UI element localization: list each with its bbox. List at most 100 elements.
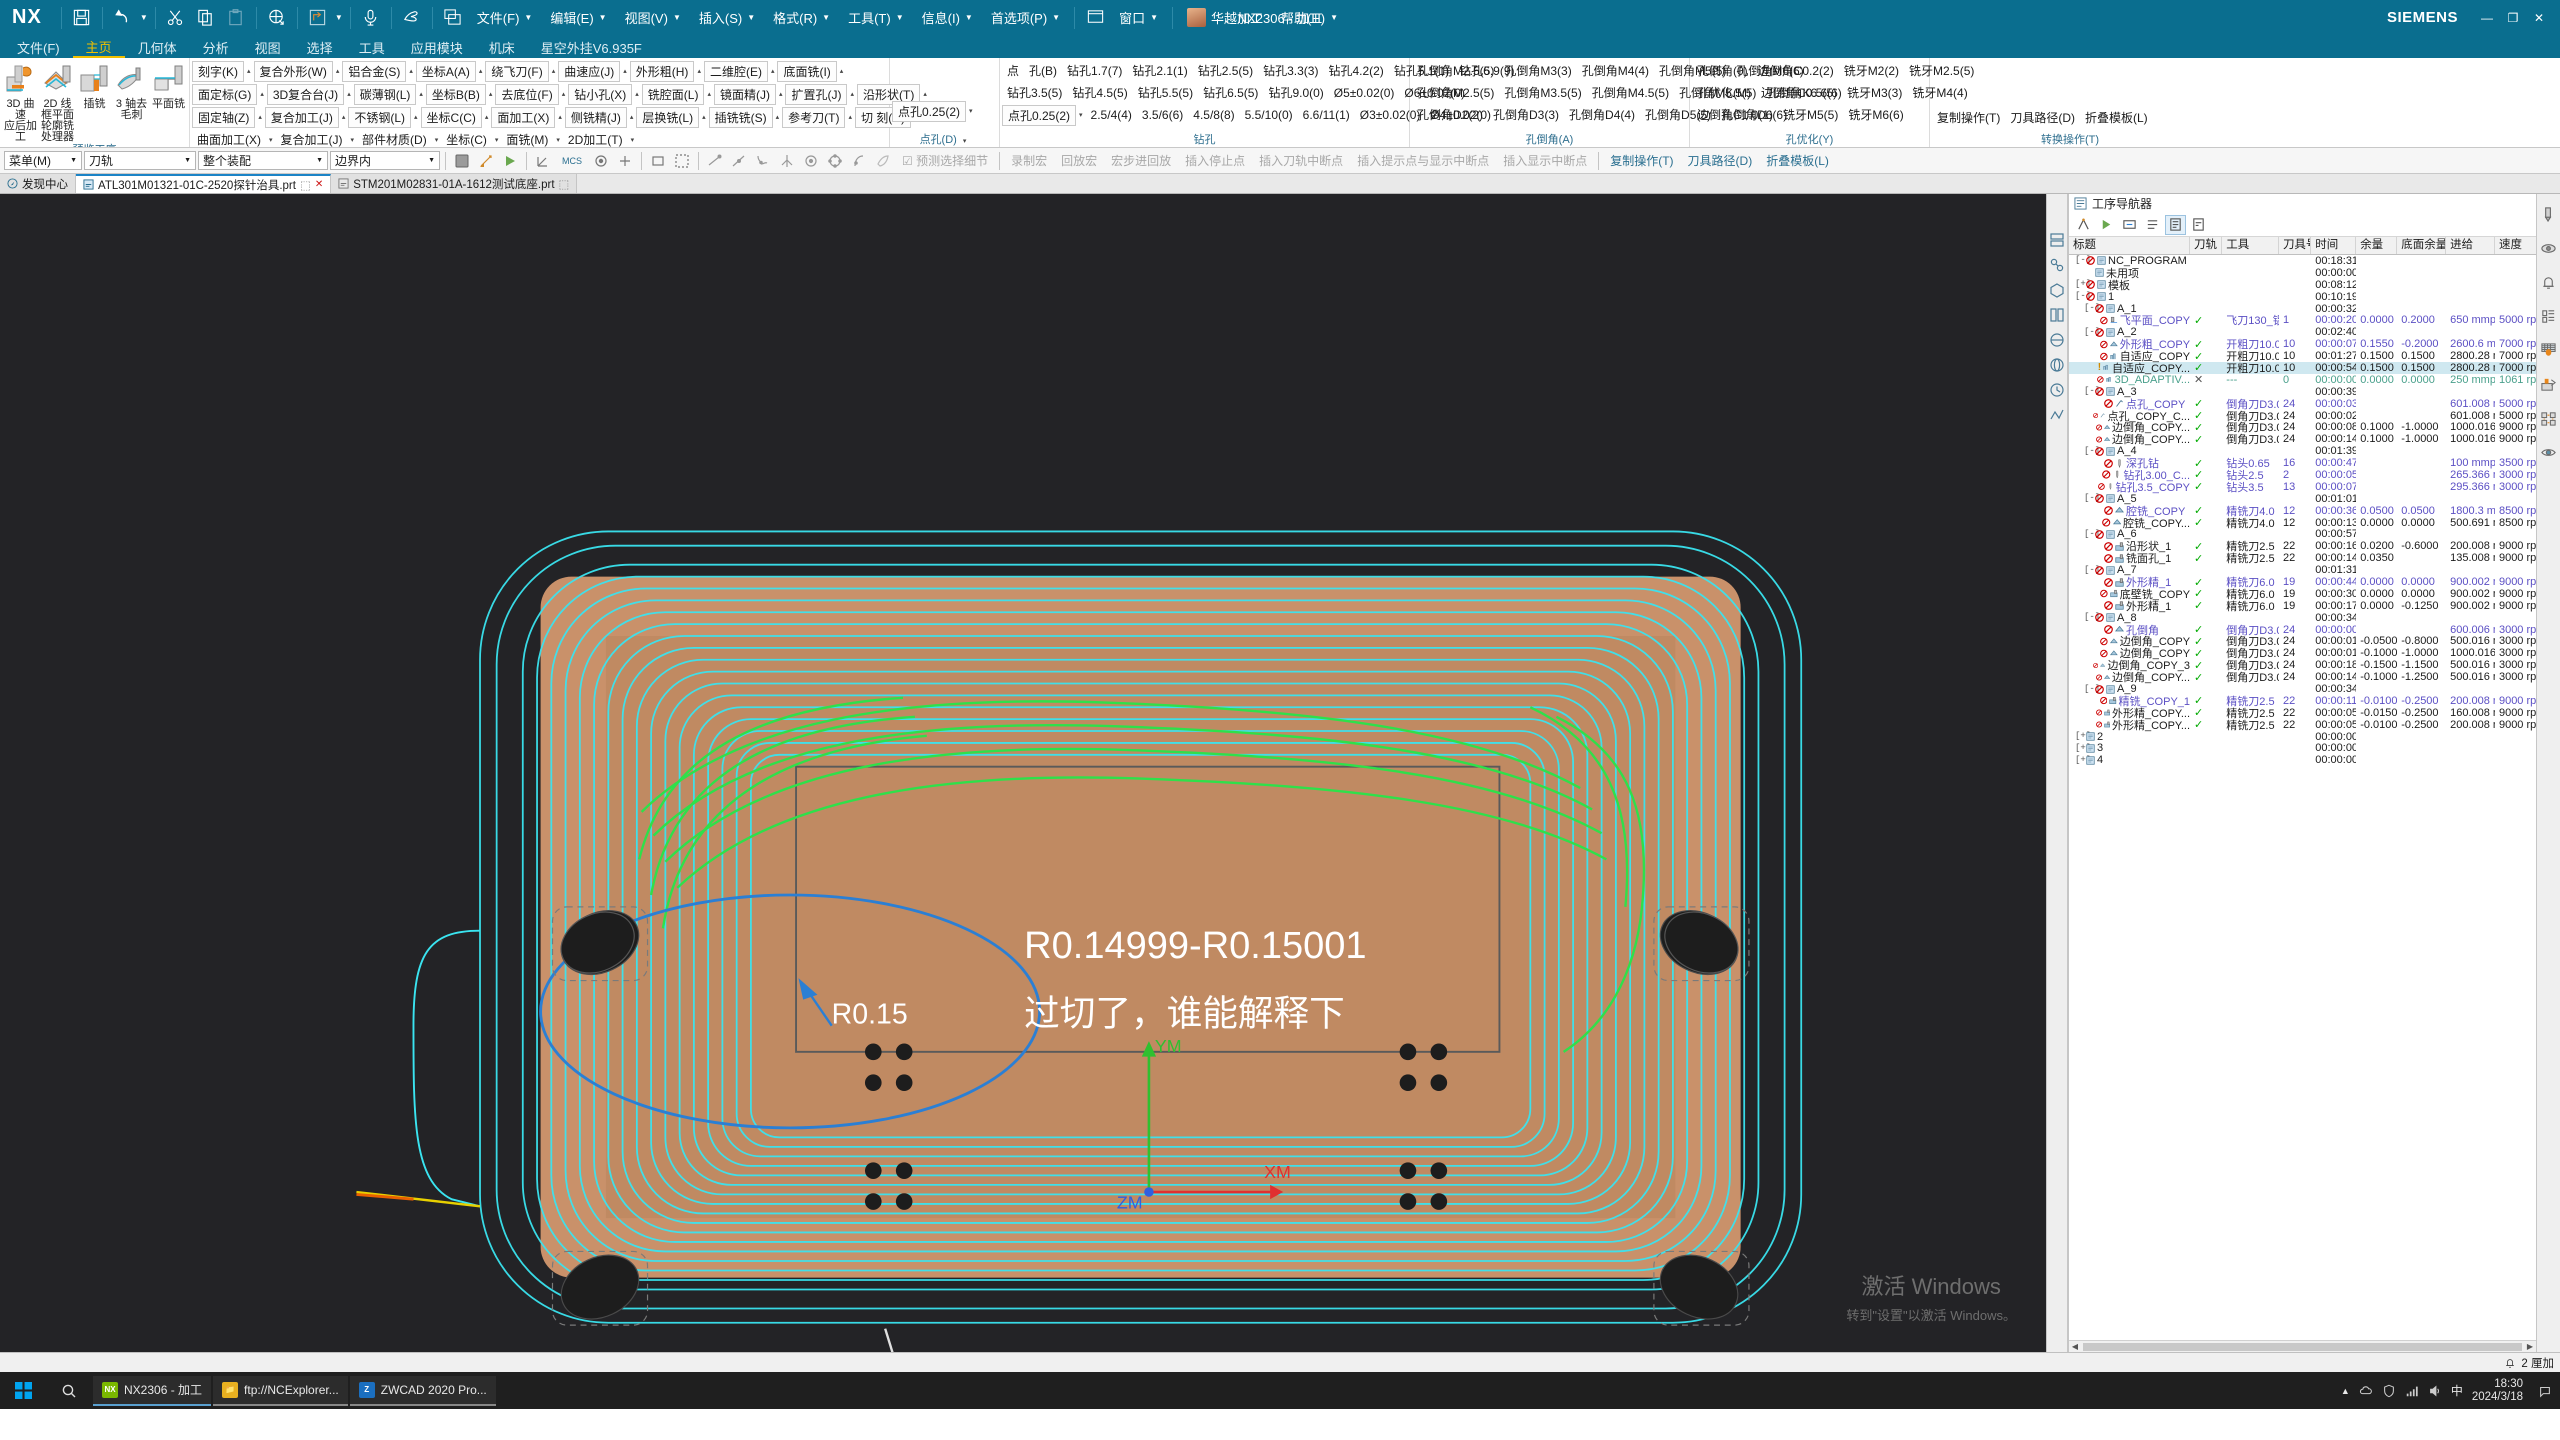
face-icon[interactable]	[872, 150, 894, 171]
collapse-icon[interactable]: [-]	[2075, 292, 2091, 301]
chamfer-m25[interactable]: 孔倒角M2.5(5)	[1412, 61, 1499, 82]
chevron-up-icon[interactable]: ▴	[555, 113, 565, 121]
chevron-up-icon[interactable]: ▴	[333, 67, 343, 75]
volume-icon[interactable]	[2428, 1384, 2442, 1398]
chevron-up-icon[interactable]: ▴	[699, 113, 709, 121]
tab-home[interactable]: 主页	[72, 37, 125, 58]
row-name-cell[interactable]: [+] 3	[2069, 742, 2190, 754]
tab-select[interactable]: 选择	[294, 37, 346, 58]
boundary-select[interactable]: 边界内 ▼	[330, 151, 440, 170]
verify-icon[interactable]	[475, 150, 497, 171]
chevron-up-icon[interactable]: ▴	[411, 113, 421, 121]
drill-35[interactable]: 钻孔3.5(5)	[1002, 83, 1067, 104]
chamfer-m35[interactable]: 孔倒角M3.5(5)	[1499, 83, 1586, 104]
tab-tools[interactable]: 工具	[346, 37, 398, 58]
graphics-window[interactable]: R0.15 R0.14999-R0.15001 过切了，谁能解释下 XM YM …	[0, 194, 2046, 1352]
op-carbon-steel[interactable]: 碳薄钢(L)	[353, 83, 417, 105]
constraint-navigator-icon[interactable]	[2048, 255, 2067, 274]
expand-icon[interactable]: [+]	[2075, 732, 2091, 741]
curve-icon[interactable]	[704, 150, 726, 171]
table-row[interactable]: 钻孔3.5_COPY✓钻头3.51300:00:07295.366 mm...3…	[2069, 481, 2536, 494]
op-compound-group[interactable]: 复合加工(J)	[276, 130, 348, 148]
chevron-up-icon[interactable]: ▴	[406, 67, 416, 75]
spline-icon[interactable]	[752, 150, 774, 171]
chevron-down-icon[interactable]: ▾	[492, 136, 502, 144]
chamfer-d4[interactable]: 孔倒角D4(4)	[1564, 105, 1640, 126]
op-3d-compound[interactable]: 3D复合台(J)	[266, 83, 345, 105]
chevron-up-icon[interactable]: ▴	[773, 113, 783, 121]
op-engrave[interactable]: 刻字(K)	[192, 60, 244, 82]
menu-preferences[interactable]: 首选项(P) ▼	[982, 3, 1069, 33]
window-icon[interactable]	[438, 4, 468, 32]
chamfer-m25b[interactable]: 孔倒角M2.5(5)	[1412, 83, 1499, 104]
col-feed[interactable]: 进给	[2446, 237, 2495, 254]
insert-tip-break[interactable]: 插入提示点与显示中断点	[1351, 152, 1495, 169]
opt-threadm5[interactable]: 铣牙M5(5)	[1778, 105, 1843, 126]
col-floorstock[interactable]: 底面余量	[2397, 237, 2447, 254]
op-side-finish[interactable]: 侧铣精(J)	[564, 106, 627, 128]
btn-plunge-mill[interactable]: 插铣	[76, 60, 113, 110]
menu-info[interactable]: 信息(I) ▼	[913, 3, 982, 33]
col-toolpath[interactable]: 刀轨	[2190, 237, 2223, 254]
op-aluminum[interactable]: 铝合金(S)	[342, 60, 407, 82]
op-compound-shape[interactable]: 复合外形(W)	[253, 60, 333, 82]
minimize-button[interactable]: —	[2474, 5, 2500, 31]
toolpath-nav-icon[interactable]	[2048, 405, 2067, 424]
tab-applications[interactable]: 应用模块	[398, 37, 476, 58]
drill-17[interactable]: 钻孔1.7(7)	[1062, 61, 1127, 82]
chevron-down-icon[interactable]: ▾	[348, 136, 358, 144]
select-all-icon[interactable]	[671, 150, 693, 171]
list-toolpath-icon[interactable]	[2142, 215, 2163, 235]
opt-edgec02[interactable]: 边倒角C0.2(2)	[1753, 61, 1839, 82]
op-fixed-axis[interactable]: 固定轴(Z)	[192, 106, 256, 128]
op-ref-tool[interactable]: 参考刀(T)	[782, 106, 846, 128]
drill-254[interactable]: 2.5/4(4)	[1086, 105, 1137, 126]
navigator-rows[interactable]: [-] NC_PROGRAM 00:18:31 未用项 00:00:00 [+] 模板 00:…	[2069, 255, 2536, 1340]
part-navigator-icon[interactable]	[2048, 280, 2067, 299]
chevron-up-icon[interactable]: ▴	[845, 113, 855, 121]
machine-icon[interactable]	[2539, 238, 2559, 258]
toolpath-2[interactable]: 刀具路径(D)	[1682, 152, 1759, 169]
toolpath-select[interactable]: 刀轨 ▼	[84, 151, 196, 170]
drill-65[interactable]: 钻孔6.5(5)	[1198, 83, 1263, 104]
table-row[interactable]: [+] 模板 00:08:12	[2069, 279, 2536, 292]
close-button[interactable]: ✕	[2526, 5, 2552, 31]
notification-icon[interactable]	[2504, 1357, 2516, 1369]
chevron-up-icon[interactable]: ▴	[620, 67, 630, 75]
quadrant-icon[interactable]	[824, 150, 846, 171]
menu-dropdown[interactable]: 菜单(M) ▼	[4, 151, 82, 170]
ime-indicator[interactable]: 中	[2451, 1382, 2463, 1399]
chevron-up-icon[interactable]: ▴	[486, 90, 496, 98]
touch-icon[interactable]	[397, 4, 427, 32]
play-macro[interactable]: 回放宏	[1055, 152, 1103, 169]
tab-view[interactable]: 视图	[242, 37, 294, 58]
navigator-horizontal-scrollbar[interactable]: ◀ ▶	[2069, 1340, 2536, 1352]
op-coord-group[interactable]: 坐标(C)	[441, 130, 492, 148]
col-title[interactable]: 标题	[2069, 237, 2190, 254]
row-name-cell[interactable]: 3D_ADAPTIV...	[2069, 374, 2190, 386]
notification-center-icon[interactable]	[2538, 1384, 2552, 1398]
menu-insert[interactable]: 插入(S) ▼	[690, 3, 764, 33]
step-macro[interactable]: 宏步进回放	[1105, 152, 1177, 169]
table-row[interactable]: 3D_ADAPTIV... ✕ --- 0 00:00:00 0.0000 0.0000 25…	[2069, 374, 2536, 386]
chevron-up-icon[interactable]: ▴	[416, 90, 426, 98]
collapse-template-2[interactable]: 折叠模板(L)	[1760, 152, 1835, 169]
voice-icon[interactable]	[356, 4, 386, 32]
col-speed[interactable]: 速度	[2495, 237, 2536, 254]
row-name-cell[interactable]: [+] 2	[2069, 731, 2190, 743]
wcs-icon[interactable]	[614, 150, 636, 171]
opt-threadm2[interactable]: 铣牙M2(2)	[1839, 61, 1904, 82]
opt-holechamfer[interactable]: 孔倒角(0)	[1692, 61, 1753, 82]
tab-file[interactable]: 文件(F)	[4, 37, 73, 58]
copy-icon[interactable]	[191, 4, 221, 32]
insert-break[interactable]: 插入刀轨中断点	[1253, 152, 1349, 169]
circle-center-icon[interactable]	[800, 150, 822, 171]
op-floor-mill[interactable]: 底面铣(I)	[777, 60, 837, 82]
btn-planar-mill[interactable]: 平面铣	[150, 60, 187, 110]
op-spot-025[interactable]: 点孔0.25(2)	[892, 100, 967, 122]
op-2dmach-group[interactable]: 2D加工(T)	[563, 130, 628, 148]
chamfer-m3[interactable]: 孔倒角M3(3)	[1499, 61, 1576, 82]
chevron-up-icon[interactable]: ▴	[344, 90, 354, 98]
row-name-cell[interactable]: [-] 1	[2069, 291, 2190, 303]
op-small-hole[interactable]: 钻小孔(X)	[568, 83, 633, 105]
